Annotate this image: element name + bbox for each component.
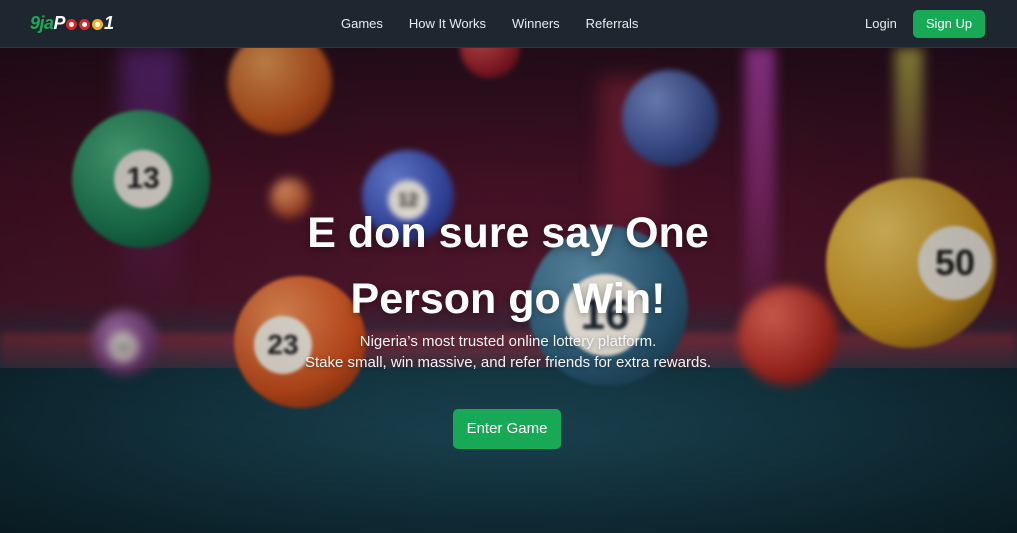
nav-links: Games How It Works Winners Referrals [341,0,664,47]
login-link[interactable]: Login [865,16,897,31]
nav-link-games[interactable]: Games [341,16,383,31]
hero-title: E don sure say One Person go Win! [208,200,808,332]
logo-text-p: P [53,12,66,33]
signup-button[interactable]: Sign Up [913,10,985,38]
logo-text-9ja: 9ja [30,12,54,33]
page: 9ja P 1 Games How It Works Winners Refer… [0,0,1017,533]
top-navbar: 9ja P 1 Games How It Works Winners Refer… [0,0,1017,48]
hero-title-line-1: E don sure say One [307,209,709,257]
logo-yellow-ball-icon [92,18,104,30]
hero-subtitle-line-2: Stake small, win massive, and refer frie… [305,354,711,371]
brand-logo[interactable]: 9ja P 1 [30,11,114,35]
hero-subtitle-line-1: Nigeria’s most trusted online lottery pl… [359,333,657,350]
enter-game-button[interactable]: Enter Game [453,409,561,449]
logo-red-ball-icon [66,18,78,30]
logo-text-1: 1 [104,12,114,33]
logo-red-ball-icon [79,18,91,30]
nav-link-referrals[interactable]: Referrals [586,16,639,31]
hero-title-line-2: Person go Win! [350,275,666,323]
nav-link-how-it-works[interactable]: How It Works [409,16,486,31]
hero-subtitle: Nigeria’s most trusted online lottery pl… [208,331,808,373]
nav-link-winners[interactable]: Winners [512,16,560,31]
